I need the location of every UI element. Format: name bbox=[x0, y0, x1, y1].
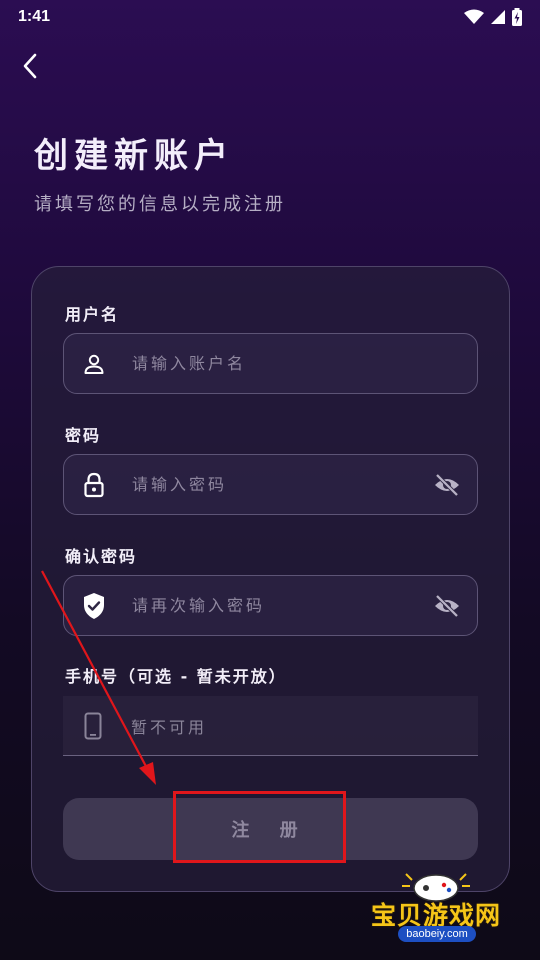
watermark-url: baobeiy.com bbox=[398, 926, 476, 942]
watermark-logo: 宝贝游戏网 baobeiy.com bbox=[366, 866, 506, 954]
annotation-highlight-box bbox=[173, 791, 346, 863]
